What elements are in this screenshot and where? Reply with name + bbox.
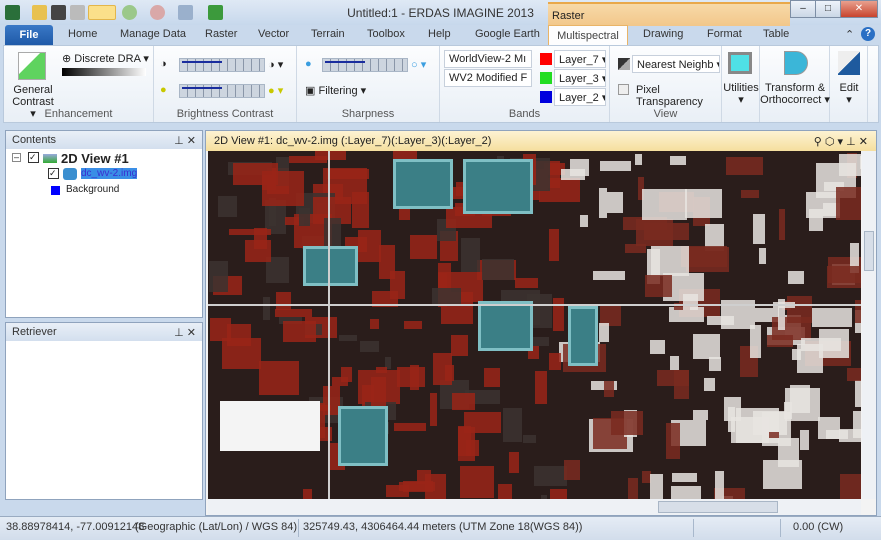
rotation-readout: 0.00 (CW): [793, 521, 844, 533]
paint-bucket-icon: [838, 51, 860, 75]
group-enhancement: General Contrast ▾ ⊕ Discrete DRA ▾ Enhan…: [4, 46, 154, 122]
tab-home[interactable]: Home: [68, 28, 97, 40]
contrast-slider[interactable]: [179, 58, 265, 72]
sharpness-slider[interactable]: [322, 58, 408, 72]
view-icon: [43, 154, 57, 163]
red-layer-dropdown[interactable]: Layer_7 ▾: [554, 50, 606, 68]
context-tab-group: Raster: [548, 2, 790, 26]
group-label: View: [653, 108, 678, 120]
group-label: Brightness Contrast: [176, 108, 274, 120]
group-label: Sharpness: [341, 108, 395, 120]
pixel-transparency-label: Pixel Transparency: [636, 84, 703, 108]
ribbon: General Contrast ▾ ⊕ Discrete DRA ▾ Enhan…: [3, 45, 879, 123]
tab-table[interactable]: Table: [763, 28, 789, 40]
ribbon-tabs: File Home Manage Data Raster Vector Terr…: [0, 25, 881, 46]
utilities-button[interactable]: Utilities ▾: [722, 46, 760, 122]
tab-help[interactable]: Help: [428, 28, 451, 40]
resample-icon: [618, 58, 630, 70]
view-title: 2D View #1: dc_wv-2.img (:Layer_7)(:Laye…: [214, 135, 492, 147]
horizontal-scrollbar[interactable]: [208, 499, 861, 515]
tab-toolbox[interactable]: Toolbox: [367, 28, 405, 40]
view-title-bar: 2D View #1: dc_wv-2.img (:Layer_7)(:Laye…: [206, 131, 876, 151]
sharpness-icon: ●: [305, 58, 312, 70]
blue-swatch: [540, 91, 552, 103]
group-sharpness: ● ○ ▾ ▣ Filtering ▾ Sharpness: [297, 46, 440, 122]
latlon-readout: 38.88978414, -77.00912148: [6, 521, 145, 533]
tab-file[interactable]: File: [5, 25, 53, 45]
retriever-panel: Retriever ⊥ ✕: [5, 322, 203, 500]
tab-manage-data[interactable]: Manage Data: [120, 28, 186, 40]
contents-panel: Contents ⊥ ✕ – ✓ 2D View #1 ✓ dc_wv-2.img…: [5, 130, 203, 318]
transform-icon: [784, 51, 808, 75]
retriever-header: Retriever ⊥ ✕: [6, 323, 202, 341]
edit-button[interactable]: Edit ▾: [830, 46, 868, 122]
brightness-icon: ●: [160, 84, 167, 96]
image-canvas[interactable]: [208, 151, 861, 499]
dra-icon: ⊕: [62, 53, 72, 65]
view-window-controls[interactable]: ⚲ ⬡ ▾ ⊥ ✕: [814, 135, 868, 148]
utm-readout: 325749.43, 4306464.44 meters (UTM Zone 1…: [303, 521, 583, 533]
minimize-button[interactable]: –: [790, 0, 816, 18]
2d-view-panel: 2D View #1: dc_wv-2.img (:Layer_7)(:Laye…: [205, 130, 877, 516]
blue-layer-dropdown[interactable]: Layer_2 ▾: [554, 88, 606, 106]
general-contrast-icon: [18, 52, 46, 80]
group-brightness-contrast: ◑ ◑ ▾ ● ● ▾ Brightness Contrast: [154, 46, 297, 122]
vertical-scrollbar[interactable]: [862, 151, 876, 499]
contrast-icon: ◑: [160, 58, 167, 70]
sharpness-menu[interactable]: ○ ▾: [411, 58, 426, 71]
resample-dropdown[interactable]: Nearest Neighb ▾: [632, 55, 720, 73]
contrast-menu[interactable]: ◑ ▾: [268, 58, 283, 71]
help-icon[interactable]: ?: [861, 27, 875, 41]
tab-format[interactable]: Format: [707, 28, 742, 40]
view-checkbox[interactable]: ✓: [28, 152, 39, 163]
raster-layer-icon: [63, 168, 77, 180]
pin-close-icons[interactable]: ⊥ ✕: [174, 326, 196, 339]
pixel-transparency-checkbox[interactable]: [618, 84, 629, 95]
collapse-icon[interactable]: –: [12, 153, 21, 162]
brightness-slider[interactable]: [179, 84, 265, 98]
tab-raster[interactable]: Raster: [205, 28, 237, 40]
tab-drawing[interactable]: Drawing: [643, 28, 683, 40]
status-bar: 38.88978414, -77.00912148 (Geographic (L…: [0, 516, 881, 540]
group-label: Bands: [508, 108, 541, 120]
transform-orthocorrect-button[interactable]: Transform & Orthocorrect ▾: [760, 46, 830, 122]
red-swatch: [540, 53, 552, 65]
tab-google-earth[interactable]: Google Earth: [475, 28, 540, 40]
minimize-ribbon-icon[interactable]: ⌃: [845, 28, 854, 41]
maximize-button[interactable]: □: [815, 0, 841, 18]
tab-vector[interactable]: Vector: [258, 28, 289, 40]
background-node[interactable]: Background: [66, 184, 119, 195]
filtering-button[interactable]: ▣ Filtering ▾: [305, 84, 366, 97]
green-layer-dropdown[interactable]: Layer_3 ▾: [554, 69, 606, 87]
group-view: Nearest Neighb ▾ Pixel Transparency View: [610, 46, 722, 122]
group-label: Enhancement: [44, 108, 113, 120]
close-button[interactable]: ✕: [840, 0, 878, 18]
filter-icon: ▣: [305, 85, 316, 97]
brightness-menu[interactable]: ● ▾: [268, 84, 283, 97]
dra-slider[interactable]: [62, 68, 146, 76]
contents-header: Contents ⊥ ✕: [6, 131, 202, 149]
utilities-icon: [728, 52, 752, 74]
band-combination-dropdown[interactable]: WV2 Modified F: [444, 69, 532, 87]
discrete-dra-button[interactable]: ⊕ Discrete DRA ▾: [62, 52, 149, 65]
view-node[interactable]: 2D View #1: [61, 151, 129, 166]
green-swatch: [540, 72, 552, 84]
sensor-dropdown[interactable]: WorldView-2 Mı: [444, 50, 532, 68]
tab-multispectral[interactable]: Multispectral: [548, 25, 628, 46]
group-bands: WorldView-2 Mı WV2 Modified F Layer_7 ▾ …: [440, 46, 610, 122]
background-swatch: [51, 186, 60, 195]
pin-close-icons[interactable]: ⊥ ✕: [174, 134, 196, 147]
layer-checkbox[interactable]: ✓: [48, 168, 59, 179]
layer-node[interactable]: dc_wv-2.img: [81, 168, 138, 179]
tab-terrain[interactable]: Terrain: [311, 28, 345, 40]
latlon-projection: (Geographic (Lat/Lon) / WGS 84): [135, 521, 298, 533]
